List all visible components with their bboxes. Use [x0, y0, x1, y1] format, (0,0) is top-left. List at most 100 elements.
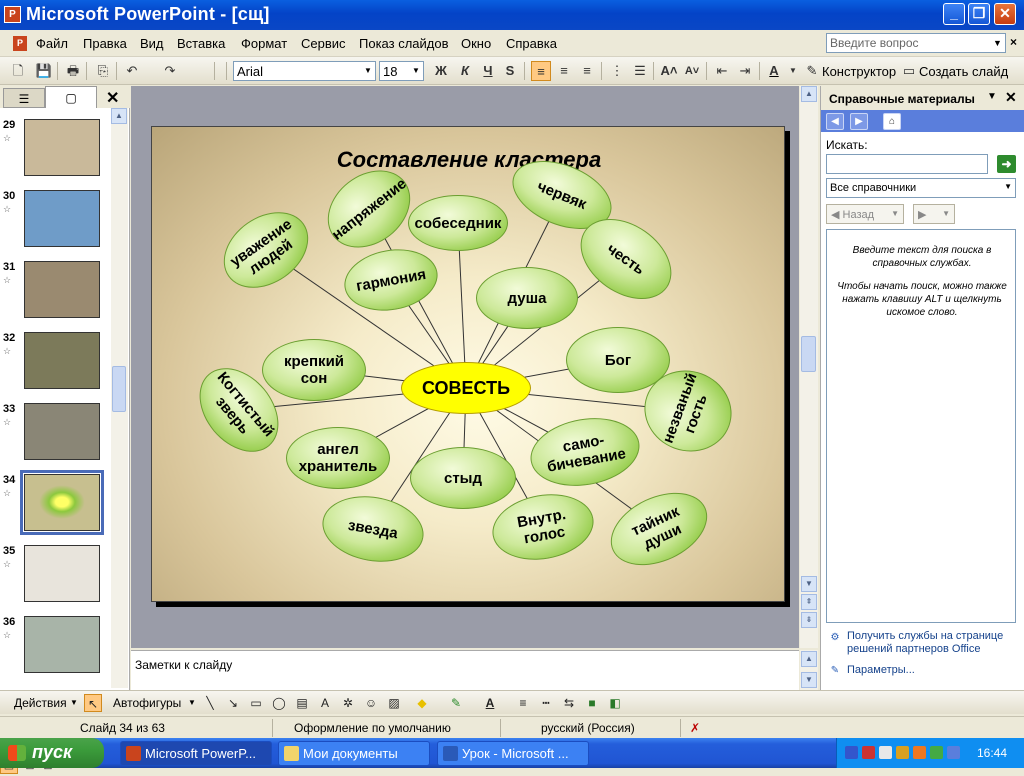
- spelling-icon[interactable]: ✗: [690, 721, 700, 735]
- start-button[interactable]: пуск: [0, 738, 104, 768]
- display-icon[interactable]: [947, 746, 960, 759]
- oval-icon[interactable]: ◯: [270, 694, 288, 712]
- autoshapes-menu[interactable]: Автофигуры: [113, 696, 181, 710]
- menu-format[interactable]: Формат: [241, 36, 287, 51]
- arrow-style-icon[interactable]: ⇆: [560, 694, 578, 712]
- increase-font-icon[interactable]: A˄: [659, 61, 679, 81]
- partner-services-link[interactable]: Получить службы на странице решений парт…: [847, 630, 1017, 656]
- home-icon[interactable]: ⌂: [883, 113, 901, 130]
- numbering-icon[interactable]: ⋮: [607, 61, 627, 81]
- shadow-icon[interactable]: S: [500, 61, 520, 81]
- align-center-icon[interactable]: ≡: [554, 61, 574, 81]
- center-node[interactable]: СОВЕСТЬ: [401, 362, 531, 414]
- ask-question-input[interactable]: Введите вопрос: [826, 33, 1006, 53]
- line-color-icon[interactable]: ✎: [447, 694, 465, 712]
- chevron-down-icon[interactable]: ▼: [410, 63, 422, 79]
- line-style-icon[interactable]: ≡: [514, 694, 532, 712]
- designer-button[interactable]: Конструктор: [822, 64, 896, 79]
- scroll-up-icon[interactable]: ▲: [111, 108, 127, 124]
- volume-icon[interactable]: [896, 746, 909, 759]
- align-left-icon[interactable]: ≡: [531, 61, 551, 81]
- slides-scrollbar[interactable]: ▲: [111, 108, 128, 688]
- network-icon[interactable]: [845, 746, 858, 759]
- close-button[interactable]: ✕: [994, 3, 1016, 25]
- task-my-documents[interactable]: Мои документы: [278, 741, 430, 766]
- picture-icon[interactable]: ▨: [385, 694, 403, 712]
- previous-slide-icon[interactable]: ⇞: [801, 594, 817, 610]
- tab-outline[interactable]: ☰: [3, 88, 45, 108]
- scroll-down-icon[interactable]: ▼: [801, 576, 817, 592]
- menu-window[interactable]: Окно: [461, 36, 491, 51]
- textbox-icon[interactable]: ▤: [293, 694, 311, 712]
- menu-file[interactable]: Файл: [36, 36, 68, 51]
- new-icon[interactable]: 🗋: [8, 61, 28, 81]
- chevron-down-icon[interactable]: ▼: [990, 34, 1005, 52]
- chevron-down-icon[interactable]: ▼: [362, 63, 374, 79]
- underline-icon[interactable]: Ч: [478, 61, 498, 81]
- menu-help[interactable]: Справка: [506, 36, 557, 51]
- actions-menu[interactable]: Действия: [14, 696, 67, 710]
- update-icon[interactable]: [913, 746, 926, 759]
- task-powerpoint[interactable]: Microsoft PowerP...: [120, 741, 272, 766]
- menu-view[interactable]: Вид: [140, 36, 164, 51]
- menu-slideshow[interactable]: Показ слайдов: [359, 36, 449, 51]
- back-arrow-icon[interactable]: ◀: [826, 113, 844, 130]
- rectangle-icon[interactable]: ▭: [247, 694, 265, 712]
- new-slide-button[interactable]: Создать слайд: [919, 64, 1008, 79]
- align-right-icon[interactable]: ≡: [577, 61, 597, 81]
- select-pointer-icon[interactable]: ↖: [84, 694, 102, 712]
- slide-canvas[interactable]: Составление кластера уважение людей напря…: [151, 126, 785, 602]
- chevron-down-icon[interactable]: ▼: [1004, 182, 1012, 191]
- scroll-up-icon[interactable]: ▲: [801, 86, 817, 102]
- slide-thumbnail[interactable]: [24, 545, 100, 602]
- copy-icon[interactable]: ⎘: [93, 61, 113, 81]
- scroll-thumb[interactable]: [112, 366, 126, 412]
- bold-icon[interactable]: Ж: [431, 61, 451, 81]
- slide-thumbnail[interactable]: [24, 190, 100, 247]
- italic-icon[interactable]: К: [455, 61, 475, 81]
- font-name-select[interactable]: Arial ▼: [233, 61, 376, 81]
- menu-tools[interactable]: Сервис: [301, 36, 346, 51]
- print-icon[interactable]: 🖶: [63, 61, 83, 81]
- menu-edit[interactable]: Правка: [83, 36, 127, 51]
- back-button[interactable]: ◀ Назад ▼: [826, 204, 904, 224]
- slide-thumbnail[interactable]: [20, 470, 104, 535]
- decrease-font-icon[interactable]: A˅: [682, 61, 702, 81]
- close-document-icon[interactable]: ×: [1010, 35, 1017, 49]
- bullets-icon[interactable]: ☰: [630, 61, 650, 81]
- notes-scrollbar[interactable]: ▲ ▼: [800, 650, 818, 690]
- slide-thumbnail[interactable]: [24, 403, 100, 460]
- decrease-indent-icon[interactable]: ⇤: [712, 61, 732, 81]
- options-link[interactable]: Параметры...: [847, 664, 915, 676]
- chevron-down-icon[interactable]: ▼: [987, 91, 997, 102]
- slide-thumbnail[interactable]: [24, 261, 100, 318]
- clipart-icon[interactable]: ☺: [362, 694, 380, 712]
- arrow-icon[interactable]: ↘: [224, 694, 242, 712]
- new-slide-icon[interactable]: ▭: [899, 61, 919, 81]
- chevron-down-icon[interactable]: ▼: [70, 698, 78, 707]
- dash-style-icon[interactable]: ┅: [537, 694, 555, 712]
- redo-icon[interactable]: ↷: [160, 61, 180, 81]
- undo-icon[interactable]: ↶: [122, 61, 142, 81]
- notes-pane[interactable]: Заметки к слайду: [131, 650, 799, 690]
- forward-button[interactable]: ▶ ▼: [913, 204, 955, 224]
- font-size-select[interactable]: 18 ▼: [379, 61, 424, 81]
- chevron-down-icon[interactable]: ▼: [188, 698, 196, 707]
- next-slide-icon[interactable]: ⇟: [801, 612, 817, 628]
- increase-indent-icon[interactable]: ⇥: [735, 61, 755, 81]
- diagram-icon[interactable]: ✲: [339, 694, 357, 712]
- menu-insert[interactable]: Вставка: [177, 36, 225, 51]
- node-interlocutor[interactable]: собеседник: [408, 195, 508, 251]
- tab-slides[interactable]: ▢: [45, 86, 97, 108]
- antivirus-icon[interactable]: [862, 746, 875, 759]
- search-input[interactable]: [826, 154, 988, 174]
- node-soul[interactable]: душа: [476, 267, 578, 329]
- save-icon[interactable]: 💾: [34, 61, 54, 81]
- security-icon[interactable]: [930, 746, 943, 759]
- line-icon[interactable]: ╲: [201, 694, 219, 712]
- editor-scrollbar[interactable]: ▲ ▼ ⇞ ⇟: [800, 86, 818, 648]
- slide-thumbnail[interactable]: [24, 332, 100, 389]
- 3d-style-icon[interactable]: ◧: [606, 694, 624, 712]
- fill-color-icon[interactable]: ◆: [413, 694, 431, 712]
- font-color-icon[interactable]: A: [764, 61, 784, 81]
